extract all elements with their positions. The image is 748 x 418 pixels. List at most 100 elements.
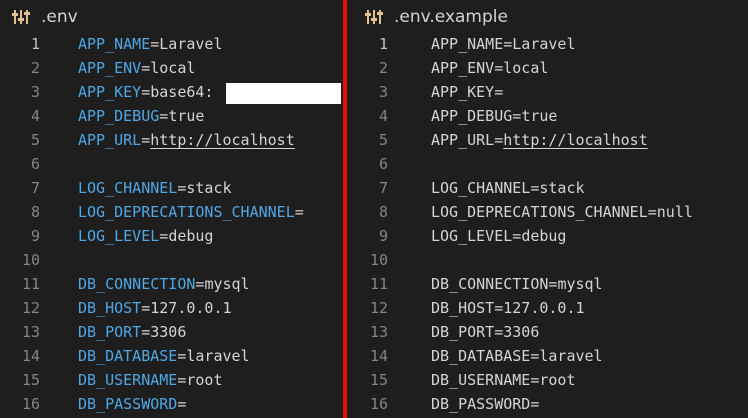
equals-sign: = bbox=[177, 395, 187, 413]
line-text: APP_ENV=local bbox=[78, 56, 195, 80]
env-key: DB_PORT bbox=[431, 323, 495, 341]
line-number: 9 bbox=[30, 227, 40, 245]
line-text: LOG_DEPRECATIONS_CHANNEL= bbox=[78, 200, 304, 224]
code-line[interactable]: 14 DB_DATABASE=laravel bbox=[0, 344, 343, 368]
line-number: 8 bbox=[30, 203, 40, 221]
env-value: base64: bbox=[150, 83, 214, 101]
env-value: 127.0.0.1 bbox=[503, 299, 585, 317]
code-line[interactable]: 4 APP_DEBUG=true bbox=[349, 104, 748, 128]
url-link[interactable]: http://localhost bbox=[150, 131, 295, 149]
code-line[interactable]: 12 DB_HOST=127.0.0.1 bbox=[349, 296, 748, 320]
env-key: LOG_CHANNEL bbox=[78, 179, 178, 197]
env-key: APP_NAME bbox=[431, 35, 504, 53]
code-line[interactable]: 14 DB_DATABASE=laravel bbox=[349, 344, 748, 368]
env-key: LOG_DEPRECATIONS_CHANNEL bbox=[431, 203, 648, 221]
line-number: 11 bbox=[369, 275, 388, 293]
line-number: 2 bbox=[378, 59, 388, 77]
line-number: 5 bbox=[378, 131, 388, 149]
line-number: 6 bbox=[30, 155, 40, 173]
code-line[interactable]: 13 DB_PORT=3306 bbox=[0, 320, 343, 344]
code-line[interactable]: 15 DB_USERNAME=root bbox=[0, 368, 343, 392]
line-text: DB_DATABASE=laravel bbox=[431, 344, 603, 368]
env-key: DB_USERNAME bbox=[431, 371, 531, 389]
line-text: DB_PORT=3306 bbox=[78, 320, 186, 344]
code-line[interactable]: 9 LOG_LEVEL=debug bbox=[0, 224, 343, 248]
code-line[interactable]: 3 APP_KEY= bbox=[349, 80, 748, 104]
code-line[interactable]: 15 DB_USERNAME=root bbox=[349, 368, 748, 392]
code-line[interactable]: 7 LOG_CHANNEL=stack bbox=[349, 176, 748, 200]
line-text: APP_DEBUG=true bbox=[431, 104, 557, 128]
code-line[interactable]: 16 DB_PASSWORD= bbox=[0, 392, 343, 416]
line-number: 3 bbox=[30, 83, 40, 101]
line-number: 8 bbox=[378, 203, 388, 221]
equals-sign: = bbox=[141, 131, 151, 149]
pane-divider[interactable] bbox=[343, 0, 347, 418]
code-line[interactable]: 8 LOG_DEPRECATIONS_CHANNEL=null bbox=[349, 200, 748, 224]
code-line[interactable]: 2 APP_ENV=local bbox=[349, 56, 748, 80]
tab-env[interactable]: .env bbox=[12, 0, 78, 34]
equals-sign: = bbox=[494, 59, 504, 77]
env-key: APP_DEBUG bbox=[78, 107, 160, 125]
line-text: APP_KEY=base64: bbox=[78, 80, 213, 104]
tab-env-example[interactable]: .env.example bbox=[365, 0, 508, 34]
code-line[interactable]: 5 APP_URL=http://localhost bbox=[349, 128, 748, 152]
code-line[interactable]: 12 DB_HOST=127.0.0.1 bbox=[0, 296, 343, 320]
code-line[interactable]: 1 APP_NAME=Laravel bbox=[0, 32, 343, 56]
line-number: 6 bbox=[378, 155, 388, 173]
line-text: APP_NAME=Laravel bbox=[431, 32, 576, 56]
line-number: 15 bbox=[21, 371, 40, 389]
env-value: local bbox=[503, 59, 549, 77]
env-key: APP_ENV bbox=[431, 59, 495, 77]
editor-pane-right[interactable]: .env.example 1 APP_NAME=Laravel 2 APP_ENV=l… bbox=[349, 0, 748, 418]
env-key: DB_PASSWORD bbox=[78, 395, 178, 413]
env-value: mysql bbox=[204, 275, 250, 293]
env-key: APP_KEY bbox=[431, 83, 495, 101]
editor-pane-left[interactable]: .env 1 APP_NAME=Laravel 2 APP_ENV=local 3 APP… bbox=[0, 0, 343, 418]
code-line[interactable]: 6 bbox=[349, 152, 748, 176]
env-value: stack bbox=[539, 179, 585, 197]
code-line[interactable]: 5 APP_URL=http://localhost bbox=[0, 128, 343, 152]
env-key: DB_USERNAME bbox=[78, 371, 178, 389]
line-number: 13 bbox=[21, 323, 40, 341]
line-number: 12 bbox=[21, 299, 40, 317]
code-line[interactable]: 11 DB_CONNECTION=mysql bbox=[0, 272, 343, 296]
code-line[interactable]: 11 DB_CONNECTION=mysql bbox=[349, 272, 748, 296]
code-line[interactable]: 13 DB_PORT=3306 bbox=[349, 320, 748, 344]
env-key: DB_CONNECTION bbox=[431, 275, 549, 293]
equals-sign: = bbox=[494, 83, 504, 101]
env-value: true bbox=[521, 107, 558, 125]
line-text: DB_USERNAME=root bbox=[78, 368, 223, 392]
equals-sign: = bbox=[141, 299, 151, 317]
env-key: DB_HOST bbox=[431, 299, 495, 317]
env-value: stack bbox=[186, 179, 232, 197]
env-value: debug bbox=[521, 227, 567, 245]
line-text: DB_PASSWORD= bbox=[78, 392, 186, 416]
equals-sign: = bbox=[530, 395, 540, 413]
code-line[interactable]: 7 LOG_CHANNEL=stack bbox=[0, 176, 343, 200]
code-line[interactable]: 6 bbox=[0, 152, 343, 176]
line-text: DB_CONNECTION=mysql bbox=[78, 272, 250, 296]
env-value: debug bbox=[168, 227, 214, 245]
env-key: APP_ENV bbox=[78, 59, 142, 77]
url-link[interactable]: http://localhost bbox=[503, 131, 648, 149]
line-number: 4 bbox=[378, 107, 388, 125]
code-line[interactable]: 1 APP_NAME=Laravel bbox=[349, 32, 748, 56]
env-key: LOG_CHANNEL bbox=[431, 179, 531, 197]
equals-sign: = bbox=[150, 35, 160, 53]
code-line[interactable]: 2 APP_ENV=local bbox=[0, 56, 343, 80]
env-key: LOG_LEVEL bbox=[78, 227, 160, 245]
env-value: local bbox=[150, 59, 196, 77]
code-line[interactable]: 16 DB_PASSWORD= bbox=[349, 392, 748, 416]
code-area[interactable]: 1 APP_NAME=Laravel 2 APP_ENV=local 3 APP_KEY=… bbox=[349, 32, 748, 416]
code-line[interactable]: 10 bbox=[349, 248, 748, 272]
env-value: Laravel bbox=[159, 35, 223, 53]
code-line[interactable]: 8 LOG_DEPRECATIONS_CHANNEL= bbox=[0, 200, 343, 224]
line-number: 15 bbox=[369, 371, 388, 389]
equals-sign: = bbox=[141, 59, 151, 77]
code-line[interactable]: 4 APP_DEBUG=true bbox=[0, 104, 343, 128]
line-text: LOG_LEVEL=debug bbox=[78, 224, 213, 248]
line-number: 16 bbox=[369, 395, 388, 413]
code-line[interactable]: 9 LOG_LEVEL=debug bbox=[349, 224, 748, 248]
code-line[interactable]: 10 bbox=[0, 248, 343, 272]
line-number: 14 bbox=[369, 347, 388, 365]
